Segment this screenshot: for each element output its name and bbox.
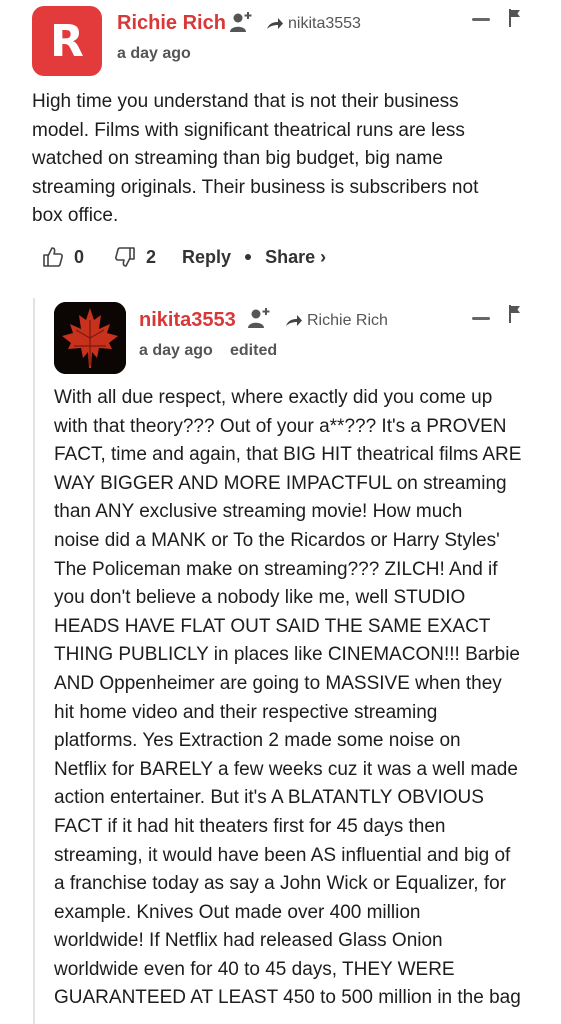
text-line: FACT, time and again, that BIG HIT theat…	[54, 444, 522, 466]
avatar[interactable]: R	[32, 6, 102, 76]
text-line: noise did a MANK or To the Ricardos or H…	[54, 529, 500, 551]
like-count: 0	[74, 246, 85, 267]
text-line: hit home video and their respective stre…	[54, 701, 438, 723]
comment-time: a day ago	[139, 342, 213, 359]
text-line: The Policeman make on streaming??? ZILCH…	[54, 558, 498, 580]
comment-actions: 0 2 Reply Share ›	[42, 246, 326, 268]
follow-user-icon[interactable]	[247, 307, 271, 329]
thumbs-up-icon[interactable]	[42, 246, 64, 268]
reply-arrow-icon	[286, 315, 302, 326]
text-line: Netflix for BARELY a few weeks cuz it wa…	[54, 758, 518, 780]
text-line: AND Oppenheimer are going to MASSIVE whe…	[54, 672, 502, 694]
text-line: worldwide even for 40 to 45 days, THEY W…	[54, 958, 455, 980]
reply-to-name: Richie Rich	[307, 312, 388, 329]
dislike-count: 2	[146, 246, 157, 267]
text-line: High time you understand that is not the…	[32, 91, 459, 112]
text-line: example. Knives Out made over 400 millio…	[54, 901, 421, 923]
reply-to-link[interactable]: Richie Rich	[285, 312, 388, 330]
flag-icon[interactable]	[508, 9, 522, 27]
edited-label: edited	[230, 342, 278, 359]
collapse-icon[interactable]	[472, 317, 490, 320]
text-line: streaming, it would have been AS influen…	[54, 844, 511, 866]
reply-button[interactable]: Reply	[182, 247, 231, 268]
flag-icon[interactable]	[508, 305, 522, 323]
text-line: than ANY exclusive streaming movie! How …	[54, 501, 463, 523]
comment-time: a day ago	[117, 45, 191, 62]
text-line: box office.	[32, 205, 119, 227]
avatar[interactable]	[54, 302, 126, 374]
text-line: you don't believe a nobody like me, well…	[54, 587, 466, 609]
text-line: streaming originals. Their business is s…	[32, 176, 479, 198]
text-line: WAY BIGGER AND MORE IMPACTFUL on streami…	[54, 472, 507, 494]
text-line: a franchise today as say a John Wick or …	[54, 873, 506, 895]
thread-line	[33, 298, 35, 1024]
collapse-icon[interactable]	[472, 18, 490, 21]
avatar-letter: R	[50, 15, 84, 67]
reply-to-name: nikita3553	[288, 15, 361, 32]
text-line: platforms. Yes Extraction 2 made some no…	[54, 730, 461, 752]
comment-author[interactable]: Richie Rich	[117, 12, 226, 35]
separator-dot	[245, 254, 252, 260]
text-line: THING PUBLICLY in places like CINEMACON!…	[54, 644, 520, 666]
thumbs-down-icon[interactable]	[114, 246, 136, 268]
text-line: watched on streaming than big budget, bi…	[32, 148, 443, 170]
text-line: With all due respect, where exactly did …	[54, 387, 493, 408]
text-line: HEADS HAVE FLAT OUT SAID THE SAME EXACT	[54, 615, 491, 637]
reply-arrow-icon	[267, 18, 283, 29]
text-line: model. Films with significant theatrical…	[32, 119, 465, 141]
share-button[interactable]: Share ›	[265, 247, 326, 268]
comment-body: With all due respect, where exactly did …	[54, 384, 521, 1013]
reply-to-link[interactable]: nikita3553	[266, 15, 361, 33]
text-line: FACT if it had hit theaters first for 45…	[54, 815, 446, 837]
text-line: with that theory??? Out of your a**??? I…	[54, 415, 507, 437]
maple-leaf-icon	[54, 302, 126, 374]
follow-user-icon[interactable]	[229, 11, 253, 33]
text-line: action entertainer. But it's A BLATANTLY…	[54, 787, 484, 809]
comment-body: High time you understand that is not the…	[32, 88, 478, 231]
text-line: GUARANTEED AT LEAST 450 to 500 million i…	[54, 987, 521, 1009]
comment-author[interactable]: nikita3553	[139, 309, 236, 332]
text-line: worldwide! If Netflix had released Glass…	[54, 930, 443, 952]
